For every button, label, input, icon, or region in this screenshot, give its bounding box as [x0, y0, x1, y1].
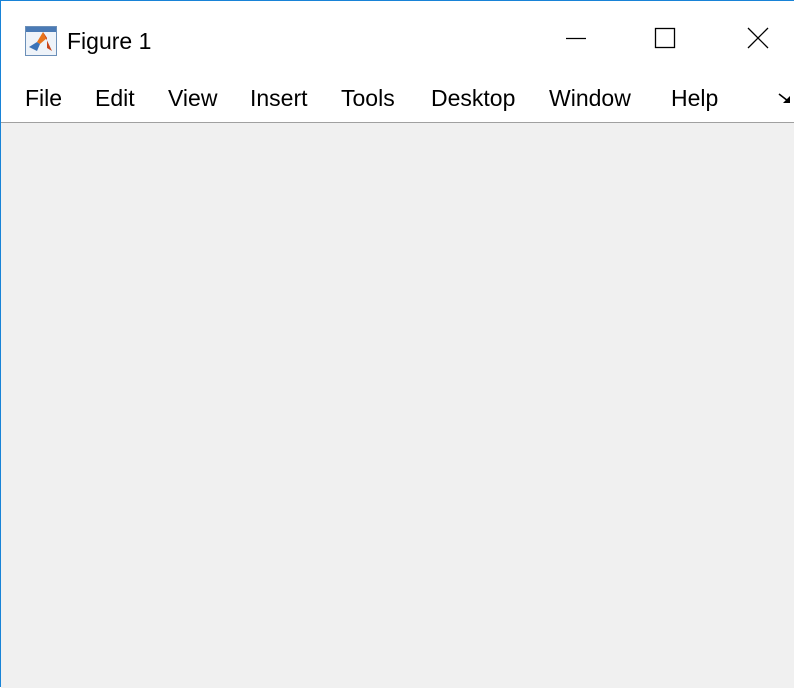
figure-canvas[interactable]: [1, 123, 794, 688]
maximize-icon: [654, 27, 676, 54]
menu-edit[interactable]: Edit: [95, 83, 135, 113]
close-icon: [747, 27, 769, 54]
matlab-icon[interactable]: [25, 26, 57, 56]
maximize-button[interactable]: [635, 17, 695, 63]
figure-window: Figure 1 File Edit View Insert Tools Des…: [0, 0, 794, 688]
close-button[interactable]: [728, 17, 788, 63]
menu-bar: File Edit View Insert Tools Desktop Wind…: [1, 67, 794, 122]
menu-window[interactable]: Window: [549, 83, 631, 113]
minimize-button[interactable]: [546, 17, 606, 63]
menu-tools[interactable]: Tools: [341, 83, 395, 113]
menu-help[interactable]: Help: [671, 83, 718, 113]
minimize-icon: [565, 27, 587, 54]
menu-insert[interactable]: Insert: [250, 83, 308, 113]
window-title: Figure 1: [67, 28, 152, 54]
title-bar[interactable]: Figure 1: [1, 1, 794, 67]
menu-view[interactable]: View: [168, 83, 217, 113]
menu-file[interactable]: File: [25, 83, 62, 113]
menu-desktop[interactable]: Desktop: [431, 83, 515, 113]
overflow-arrow-icon[interactable]: [777, 89, 793, 105]
